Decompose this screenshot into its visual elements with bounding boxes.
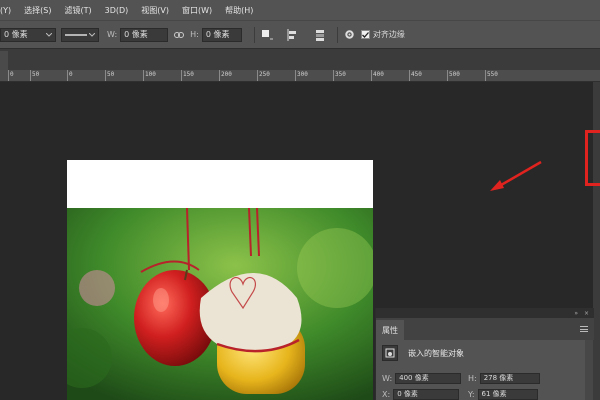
width-row: W: 400 像素 xyxy=(382,372,462,384)
ruler-label: 100 xyxy=(145,71,156,78)
document-tab-strip xyxy=(0,48,600,71)
menu-image[interactable]: (Y) xyxy=(0,6,11,15)
ruler-label: 300 xyxy=(297,71,308,78)
ruler-label: 350 xyxy=(335,71,346,78)
collapse-icon[interactable]: » xyxy=(574,310,578,317)
photoshop-window: (Y) 选择(S) 滤镜(T) 3D(D) 视图(V) 窗口(W) 帮助(H) … xyxy=(0,0,600,400)
y-row: Y: 61 像素 xyxy=(468,388,538,400)
highlight-box xyxy=(585,130,600,186)
ruler-label: 150 xyxy=(183,71,194,78)
ruler-tick xyxy=(257,70,258,81)
ruler-label: 500 xyxy=(449,71,460,78)
horizontal-ruler: 0 50 0 50 100 150 200 250 300 350 400 45… xyxy=(0,70,600,82)
placed-photo-apple-and-jar[interactable] xyxy=(67,208,373,400)
close-icon[interactable]: × xyxy=(584,310,589,317)
chevron-down-icon xyxy=(89,32,95,37)
y-value: 61 像素 xyxy=(481,390,507,398)
height-label: H: xyxy=(190,30,199,39)
ruler-tick xyxy=(8,70,9,81)
link-icon[interactable] xyxy=(174,31,185,38)
path-operations-icon[interactable] xyxy=(261,29,273,41)
width-field[interactable]: 0 像素 xyxy=(120,27,169,42)
ruler-tick xyxy=(105,70,106,81)
ruler-label: 550 xyxy=(487,71,498,78)
panel-title-bar: » × xyxy=(376,308,594,318)
ruler-label: 50 xyxy=(107,71,115,78)
document-canvas-blank-area[interactable] xyxy=(67,160,373,208)
w-label: W: xyxy=(382,373,393,383)
menu-bar: (Y) 选择(S) 滤镜(T) 3D(D) 视图(V) 窗口(W) 帮助(H) xyxy=(0,0,600,20)
ruler-label: 200 xyxy=(221,71,232,78)
ruler-tick xyxy=(485,70,486,81)
width-label: W: xyxy=(107,30,118,39)
properties-panel: » × 属性 嵌入的智能对象 W: 400 像素 H: 278 像素 X: 0 … xyxy=(375,308,594,400)
smart-object-row: 嵌入的智能对象 xyxy=(382,344,464,362)
ruler-tick xyxy=(30,70,31,81)
chevron-down-icon xyxy=(46,32,52,37)
document-tab[interactable] xyxy=(0,51,8,71)
panel-menu-icon[interactable] xyxy=(580,326,588,332)
h-field[interactable]: 278 像素 xyxy=(479,372,540,384)
units-select[interactable]: 0 像素 xyxy=(0,27,56,42)
stroke-type-select[interactable] xyxy=(61,27,99,42)
stroke-line-icon xyxy=(65,33,87,37)
ruler-label: 250 xyxy=(259,71,270,78)
tab-properties[interactable]: 属性 xyxy=(376,320,404,340)
height-row: H: 278 像素 xyxy=(468,372,540,384)
photo-image xyxy=(67,208,373,400)
smart-object-label: 嵌入的智能对象 xyxy=(408,348,464,358)
w-field[interactable]: 400 像素 xyxy=(395,372,462,384)
y-label: Y: xyxy=(468,389,475,399)
options-bar: 0 像素 W: 0 像素 H: 0 像素 对齐边缘 xyxy=(0,20,600,48)
separator xyxy=(336,26,338,43)
x-field[interactable]: 0 像素 xyxy=(393,388,460,400)
gear-icon[interactable] xyxy=(344,29,355,40)
h-value: 278 像素 xyxy=(483,374,514,382)
tab-properties-label: 属性 xyxy=(382,325,398,335)
align-edges-checkbox[interactable] xyxy=(360,30,370,39)
separator xyxy=(253,26,255,43)
smart-object-icon xyxy=(382,345,398,361)
ruler-tick xyxy=(181,70,182,81)
ruler-tick xyxy=(219,70,220,81)
ruler-tick xyxy=(447,70,448,81)
x-row: X: 0 像素 xyxy=(382,388,460,400)
ruler-tick xyxy=(143,70,144,81)
w-value: 400 像素 xyxy=(399,374,429,382)
ruler-label: 450 xyxy=(411,71,422,78)
height-value: 0 像素 xyxy=(205,30,230,39)
path-alignment-icon[interactable] xyxy=(287,28,299,41)
ruler-tick xyxy=(295,70,296,81)
align-edges-label: 对齐边缘 xyxy=(372,30,405,39)
ruler-label: 50 xyxy=(32,71,40,78)
ruler-tick xyxy=(371,70,372,81)
panel-scrollbar[interactable] xyxy=(585,340,593,400)
h-label: H: xyxy=(468,373,477,383)
menu-view[interactable]: 视图(V) xyxy=(141,5,169,16)
height-field[interactable]: 0 像素 xyxy=(201,27,242,42)
ruler-tick xyxy=(333,70,334,81)
panel-tab-row: 属性 xyxy=(376,318,594,340)
x-value: 0 像素 xyxy=(397,390,418,398)
x-label: X: xyxy=(382,389,391,399)
annotation-arrow-icon xyxy=(490,160,542,191)
ruler-label: 0 xyxy=(10,71,14,78)
menu-window[interactable]: 窗口(W) xyxy=(182,5,212,16)
menu-select[interactable]: 选择(S) xyxy=(24,5,51,16)
width-value: 0 像素 xyxy=(124,30,148,39)
ruler-tick xyxy=(409,70,410,81)
units-value: 0 像素 xyxy=(4,30,28,39)
y-field[interactable]: 61 像素 xyxy=(477,388,538,400)
ruler-label: 400 xyxy=(373,71,384,78)
menu-filter[interactable]: 滤镜(T) xyxy=(64,5,91,16)
ruler-tick xyxy=(67,70,68,81)
menu-help[interactable]: 帮助(H) xyxy=(225,5,253,16)
ruler-label: 0 xyxy=(69,71,73,78)
path-arrangement-icon[interactable] xyxy=(313,29,327,41)
menu-3d[interactable]: 3D(D) xyxy=(105,6,129,15)
